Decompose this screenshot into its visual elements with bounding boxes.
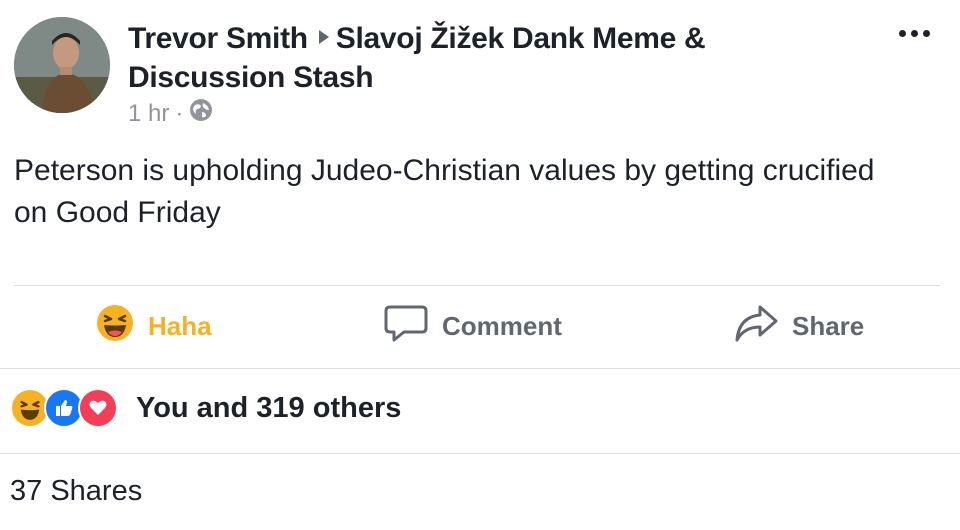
post-text: Peterson is upholding Judeo-Christian va…: [14, 154, 875, 229]
avatar-photo: [14, 17, 110, 113]
caret-right-icon: [318, 16, 330, 55]
author-avatar[interactable]: [14, 17, 110, 113]
divider: [0, 368, 960, 369]
meta-separator: ·: [175, 99, 184, 127]
reactions-count-text: You and 319 others: [136, 391, 402, 424]
author-name[interactable]: Trevor Smith: [128, 22, 308, 55]
divider: [14, 285, 940, 286]
more-dot-icon: [911, 30, 918, 37]
share-button[interactable]: Share: [734, 298, 864, 354]
reactions-summary[interactable]: You and 319 others: [10, 388, 401, 428]
post-meta: 1 hr ·: [128, 98, 213, 129]
share-label: Share: [792, 310, 865, 341]
haha-icon: [96, 304, 134, 349]
action-bar: Haha Comment Share: [0, 298, 960, 354]
more-dot-icon: [923, 30, 930, 37]
globe-icon: [189, 98, 213, 129]
comment-label: Comment: [442, 310, 562, 341]
reaction-icons: [10, 388, 118, 428]
haha-label: Haha: [148, 310, 212, 341]
comment-icon: [384, 303, 428, 350]
post-header: Trevor Smith Slavoj Žižek Dank Meme & Dis…: [128, 16, 828, 97]
share-icon: [734, 303, 778, 350]
comment-button[interactable]: Comment: [384, 298, 562, 354]
haha-reaction-button[interactable]: Haha: [96, 298, 212, 354]
love-icon: [78, 388, 118, 428]
divider: [0, 453, 960, 454]
more-options-button[interactable]: [899, 30, 930, 37]
post-timestamp[interactable]: 1 hr: [128, 100, 169, 128]
shares-count[interactable]: 37 Shares: [10, 475, 142, 508]
more-dot-icon: [899, 30, 906, 37]
